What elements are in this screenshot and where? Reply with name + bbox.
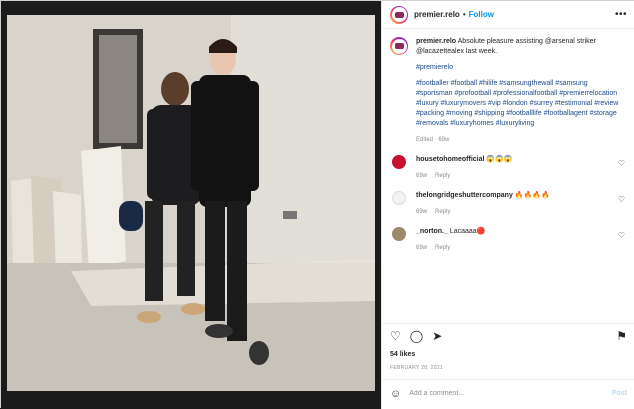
caption-text: premier.relo Absolute pleasure assisting… — [416, 37, 626, 145]
commenter-username[interactable]: housetohomeofficial — [416, 156, 484, 163]
likes-count[interactable]: 54 likes — [390, 351, 415, 358]
commenter-avatar[interactable] — [392, 155, 406, 169]
comment-like-icon[interactable]: ♡ — [618, 195, 625, 204]
share-icon[interactable]: ➤ — [432, 329, 442, 343]
reply-button[interactable]: Reply — [435, 245, 450, 251]
photo-image — [7, 15, 375, 391]
reply-button[interactable]: Reply — [435, 209, 450, 215]
post-header: premier.relo • Follow ••• — [382, 1, 634, 29]
emoji-icon[interactable]: ☺ — [390, 388, 401, 400]
more-options-icon[interactable]: ••• — [615, 9, 627, 20]
caption-hashtags[interactable]: #footballer #football #hilife #samsungth… — [416, 79, 626, 129]
comments-scroll-area[interactable]: premier.relo Absolute pleasure assisting… — [382, 31, 634, 349]
post-photo[interactable] — [1, 1, 381, 409]
heart-icon[interactable]: ♡ — [390, 329, 401, 343]
follow-button[interactable]: Follow — [469, 10, 494, 19]
action-bar: ♡ ◯ ➤ ⚑ — [382, 323, 634, 347]
add-comment-bar: ☺ Post — [382, 379, 634, 407]
caption-avatar[interactable] — [390, 37, 408, 55]
reply-button[interactable]: Reply — [435, 173, 450, 179]
comment-text: 🔥🔥🔥🔥 — [514, 192, 550, 199]
comment-like-icon[interactable]: ♡ — [618, 159, 625, 168]
comment-text: 😱😱😱 — [486, 156, 513, 163]
separator-dot: • — [462, 10, 466, 19]
commenter-avatar[interactable] — [392, 191, 406, 205]
comment-like-icon[interactable]: ♡ — [618, 231, 625, 240]
post-date: FEBRUARY 28, 2021 — [390, 365, 443, 371]
comment-input[interactable] — [409, 390, 612, 397]
caption: premier.relo Absolute pleasure assisting… — [390, 37, 627, 145]
comment-item: housetohomeofficial 😱😱😱 69w Reply ♡ — [390, 155, 627, 181]
comment-item: thelongridgeshuttercompany 🔥🔥🔥🔥 69w Reply… — [390, 191, 627, 217]
comment-age: 69w — [416, 209, 428, 215]
comment-age: 69w — [416, 245, 428, 251]
commenter-avatar[interactable] — [392, 227, 406, 241]
author-username[interactable]: premier.relo — [414, 10, 460, 19]
caption-hashtag[interactable]: #premierelo — [416, 63, 626, 73]
comment-icon[interactable]: ◯ — [410, 329, 423, 343]
comment-age: 69w — [416, 173, 428, 179]
comment-item: _norton._ Lacaaaa🔴 69w Reply ♡ — [390, 227, 627, 253]
author-avatar[interactable] — [390, 5, 408, 24]
comment-text: Lacaaaa🔴 — [449, 228, 486, 235]
post-comment-button[interactable]: Post — [612, 390, 627, 397]
instagram-post-window: premier.relo • Follow ••• premier.relo A… — [0, 0, 634, 409]
commenter-username[interactable]: thelongridgeshuttercompany — [416, 192, 513, 199]
commenter-username[interactable]: _norton._ — [416, 228, 448, 235]
post-side-panel: premier.relo • Follow ••• premier.relo A… — [381, 1, 634, 409]
caption-edited: Edited · 69w — [416, 137, 450, 143]
caption-username[interactable]: premier.relo — [416, 38, 456, 45]
bookmark-icon[interactable]: ⚑ — [616, 329, 627, 343]
